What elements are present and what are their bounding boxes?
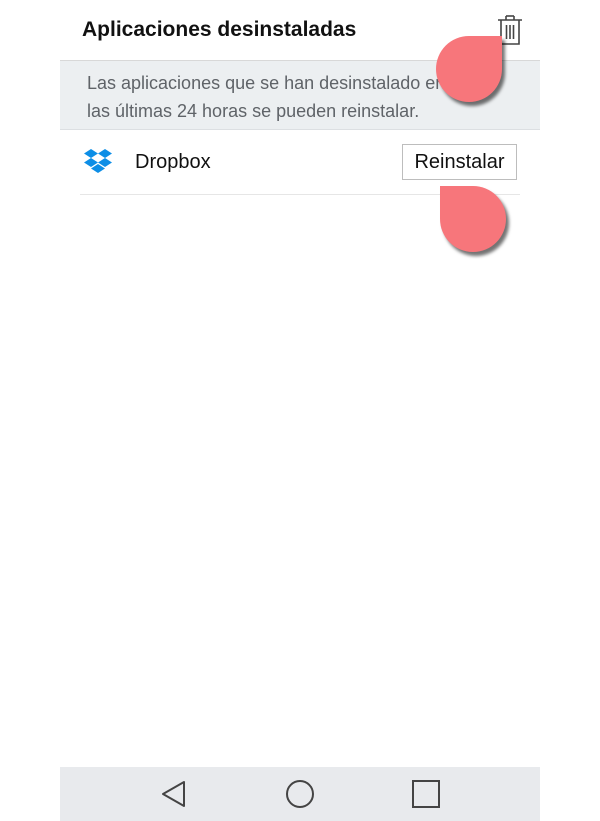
home-button[interactable] <box>283 777 317 811</box>
info-text-line-1: Las aplicaciones que se han desinstalado… <box>87 73 446 93</box>
recents-button[interactable] <box>409 777 443 811</box>
reinstall-button[interactable]: Reinstalar <box>402 144 517 180</box>
info-text: Las aplicaciones que se han desinstalado… <box>87 69 487 125</box>
touch-indicator <box>436 36 502 102</box>
touch-indicator <box>440 186 506 252</box>
app-name: Dropbox <box>135 151 211 173</box>
page-title: Aplicaciones desinstaladas <box>82 18 357 41</box>
dropbox-icon <box>83 148 113 176</box>
home-circle-icon <box>286 780 314 808</box>
recents-square-icon <box>412 780 440 808</box>
back-button[interactable] <box>157 777 191 811</box>
navigation-bar <box>60 767 540 821</box>
back-triangle-icon <box>162 781 185 807</box>
uninstalled-apps-screen: Aplicaciones desinstaladas Las aplicacio… <box>60 0 540 821</box>
info-text-line-2: las últimas 24 horas se pueden reinstala… <box>87 101 420 121</box>
